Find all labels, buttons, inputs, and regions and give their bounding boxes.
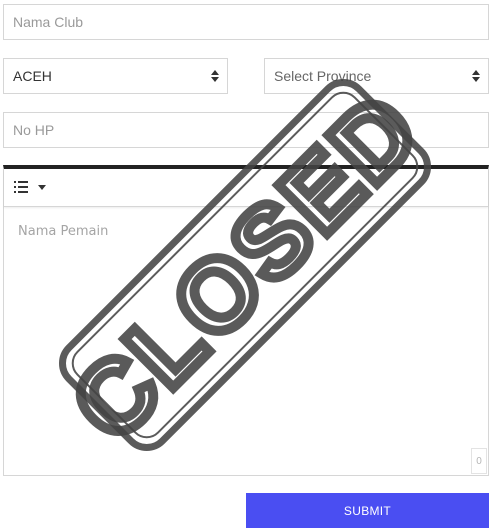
- province-select-2-placeholder: Select Province: [274, 68, 372, 84]
- province-select-2[interactable]: Select Province: [264, 58, 489, 94]
- submit-button[interactable]: SUBMIT: [246, 493, 489, 528]
- club-name-input[interactable]: Nama Club: [3, 4, 489, 40]
- editor-toolbar: [4, 169, 488, 207]
- sort-arrows-icon: [211, 70, 219, 82]
- province-select[interactable]: ACEH: [3, 58, 228, 94]
- sort-arrows-icon: [472, 70, 480, 82]
- caret-down-icon: [38, 184, 46, 190]
- phone-input[interactable]: No HP: [3, 112, 489, 148]
- char-counter: 0: [471, 448, 487, 474]
- province-select-value: ACEH: [13, 68, 52, 84]
- phone-placeholder: No HP: [13, 122, 55, 138]
- players-placeholder: Nama Pemain: [18, 224, 109, 239]
- players-editor[interactable]: Nama Pemain 0: [3, 165, 489, 476]
- club-name-placeholder: Nama Club: [13, 14, 84, 30]
- list-style-button[interactable]: [14, 176, 54, 198]
- ordered-list-icon: [14, 181, 28, 193]
